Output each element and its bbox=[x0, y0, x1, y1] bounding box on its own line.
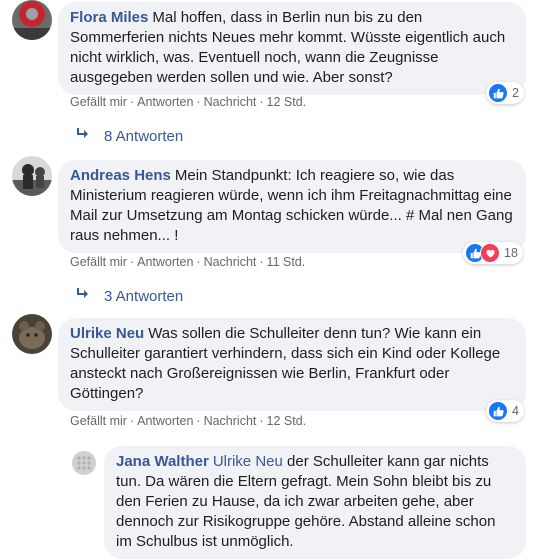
view-replies-link[interactable]: 3 Antworten bbox=[76, 287, 183, 305]
thumbs-up-icon bbox=[488, 401, 508, 421]
mention-link[interactable]: Ulrike Neu bbox=[213, 453, 283, 470]
comment-bubble: Jana Walther Ulrike Neu der Schulleiter k… bbox=[104, 446, 526, 559]
timestamp[interactable]: 12 Std. bbox=[267, 95, 307, 109]
replies-count-label: 8 Antworten bbox=[104, 127, 184, 145]
reply-link[interactable]: Antworten bbox=[137, 95, 193, 109]
comment-bubble: Andreas Hens Mein Standpunkt: Ich reagier… bbox=[58, 160, 526, 253]
like-link[interactable]: Gefällt mir bbox=[70, 255, 127, 269]
avatar[interactable] bbox=[72, 451, 96, 475]
comment-author[interactable]: Flora Miles bbox=[70, 9, 148, 26]
reply-arrow-icon bbox=[76, 127, 90, 145]
comment-bubble: Ulrike Neu Was sollen die Schulleiter den… bbox=[58, 318, 526, 411]
like-link[interactable]: Gefällt mir bbox=[70, 414, 127, 428]
avatar[interactable] bbox=[12, 314, 52, 354]
comment-actions: Gefällt mir · Antworten · Nachricht · 12 Std. bbox=[70, 414, 307, 428]
avatar[interactable] bbox=[12, 156, 52, 196]
heart-icon bbox=[480, 243, 500, 263]
reply-link[interactable]: Antworten bbox=[137, 255, 193, 269]
message-link[interactable]: Nachricht bbox=[204, 255, 257, 269]
comment-bubble: Flora Miles Mal hoffen, dass in Berlin nu… bbox=[58, 2, 526, 95]
thumbs-up-icon bbox=[488, 83, 508, 103]
replies-count-label: 3 Antworten bbox=[104, 287, 184, 305]
reply-link[interactable]: Antworten bbox=[137, 414, 193, 428]
view-replies-link[interactable]: 8 Antworten bbox=[76, 127, 183, 145]
message-link[interactable]: Nachricht bbox=[204, 414, 257, 428]
reaction-count-value: 2 bbox=[512, 86, 519, 100]
reaction-count[interactable]: 18 bbox=[463, 242, 523, 264]
like-link[interactable]: Gefällt mir bbox=[70, 95, 127, 109]
reaction-count-value: 4 bbox=[512, 404, 519, 418]
comment-author[interactable]: Andreas Hens bbox=[70, 167, 171, 184]
timestamp[interactable]: 11 Std. bbox=[267, 255, 306, 269]
timestamp[interactable]: 12 Std. bbox=[267, 414, 307, 428]
message-link[interactable]: Nachricht bbox=[204, 95, 257, 109]
comment-actions: Gefällt mir · Antworten · Nachricht · 11 Std. bbox=[70, 255, 306, 269]
reaction-count[interactable]: 2 bbox=[486, 82, 524, 104]
comment-author[interactable]: Jana Walther bbox=[116, 453, 209, 470]
reply-arrow-icon bbox=[76, 287, 90, 305]
reaction-count-value: 18 bbox=[504, 246, 518, 260]
comment-actions: Gefällt mir · Antworten · Nachricht · 12 Std. bbox=[70, 95, 307, 109]
comment-author[interactable]: Ulrike Neu bbox=[70, 325, 144, 342]
avatar[interactable] bbox=[12, 0, 52, 40]
reaction-count[interactable]: 4 bbox=[486, 400, 524, 422]
